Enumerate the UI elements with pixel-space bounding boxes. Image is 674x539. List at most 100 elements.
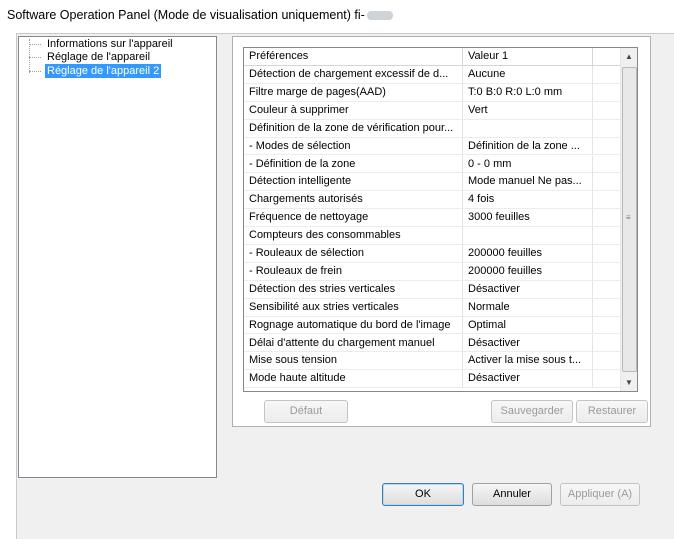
setting-name: - Rouleaux de frein <box>244 262 463 280</box>
setting-name: Rognage automatique du bord de l'image <box>244 316 463 334</box>
setting-extra <box>593 335 620 352</box>
scroll-thumb[interactable]: ≡ <box>622 67 637 372</box>
table-row[interactable]: Filtre marge de pages(AAD) T:0 B:0 R:0 L:… <box>244 83 620 102</box>
setting-value: Désactiver <box>463 334 593 352</box>
setting-value: Activer la mise sous t... <box>463 352 593 370</box>
setting-value: 200000 feuilles <box>463 262 593 280</box>
table-row[interactable]: Rognage automatique du bord de l'image Op… <box>244 316 620 335</box>
header-blank[interactable] <box>593 48 620 65</box>
setting-name: Sensibilité aux stries verticales <box>244 298 463 316</box>
setting-value: Définition de la zone ... <box>463 137 593 155</box>
tree-item-label: Réglage de l'appareil 2 <box>45 64 162 78</box>
setting-name: Délai d'attente du chargement manuel <box>244 334 463 352</box>
settings-panel: Préférences Valeur 1 Détection de charge… <box>232 36 651 427</box>
setting-extra <box>593 156 620 173</box>
setting-value: Normale <box>463 298 593 316</box>
redacted-model <box>366 11 393 21</box>
setting-extra <box>593 102 620 119</box>
apply-button[interactable]: Appliquer (A) <box>560 483 640 506</box>
table-row[interactable]: Compteurs des consommables <box>244 227 620 245</box>
tree-connector <box>29 71 41 72</box>
preferences-grid: Préférences Valeur 1 Détection de charge… <box>243 47 638 392</box>
table-row[interactable]: Mode haute altitude Désactiver <box>244 370 620 389</box>
setting-name: Détection des stries verticales <box>244 280 463 298</box>
setting-name: Mode haute altitude <box>244 370 463 388</box>
setting-extra <box>593 352 620 369</box>
setting-extra <box>593 370 620 387</box>
setting-name: Chargements autorisés <box>244 191 463 209</box>
setting-extra <box>593 209 620 226</box>
ok-button[interactable]: OK <box>382 483 464 506</box>
setting-name: Détection intelligente <box>244 173 463 191</box>
settings-tree: Informations sur l'appareil Réglage de l… <box>18 36 217 478</box>
setting-name: Mise sous tension <box>244 352 463 370</box>
setting-value: 200000 feuilles <box>463 245 593 262</box>
setting-value: Désactiver <box>463 280 593 298</box>
save-button[interactable]: Sauvegarder <box>491 400 573 423</box>
table-row[interactable]: Détection intelligente Mode manuel Ne pas… <box>244 173 620 192</box>
setting-value: Aucune <box>463 66 593 83</box>
cancel-button[interactable]: Annuler <box>472 483 552 506</box>
header-preferences[interactable]: Préférences <box>244 48 463 65</box>
tree-connector <box>29 44 41 45</box>
setting-name: - Rouleaux de sélection <box>244 245 463 262</box>
table-row[interactable]: Couleur à supprimer Vert <box>244 101 620 120</box>
table-row[interactable]: Détection de chargement excessif de d...… <box>244 66 620 84</box>
setting-extra <box>593 66 620 83</box>
setting-extra <box>593 263 620 280</box>
table-row[interactable]: - Rouleaux de frein 200000 feuilles <box>244 262 620 281</box>
setting-extra <box>593 84 620 101</box>
window-title: Software Operation Panel (Mode de visual… <box>7 8 393 22</box>
setting-name: Fréquence de nettoyage <box>244 209 463 227</box>
tree-item-label: Informations sur l'appareil <box>47 38 173 50</box>
setting-extra <box>593 281 620 298</box>
table-row[interactable]: - Rouleaux de sélection 200000 feuilles <box>244 245 620 263</box>
setting-extra <box>593 191 620 208</box>
setting-extra <box>593 245 620 262</box>
setting-name: - Modes de sélection <box>244 137 463 155</box>
setting-value: 3000 feuilles <box>463 209 593 227</box>
table-row[interactable]: Définition de la zone de vérification po… <box>244 119 620 138</box>
scroll-down-icon[interactable]: ▼ <box>621 374 637 391</box>
tree-item-label: Réglage de l'appareil <box>47 51 151 63</box>
grip-icon: ≡ <box>626 213 631 222</box>
tree-connector <box>29 57 41 58</box>
grid-scrollbar[interactable]: ▲ ≡ ▼ <box>620 48 637 391</box>
setting-value: 0 - 0 mm <box>463 155 593 173</box>
setting-value: Vert <box>463 101 593 119</box>
setting-extra <box>593 227 620 244</box>
setting-name: Compteurs des consommables <box>244 227 463 245</box>
setting-extra <box>593 173 620 190</box>
default-button[interactable]: Défaut <box>264 400 348 423</box>
title-bar: Software Operation Panel (Mode de visual… <box>0 0 674 30</box>
setting-value: T:0 B:0 R:0 L:0 mm <box>463 83 593 101</box>
setting-value: Désactiver <box>463 370 593 388</box>
scroll-up-icon[interactable]: ▲ <box>621 48 637 65</box>
table-row[interactable]: Chargements autorisés 4 fois <box>244 191 620 210</box>
table-row[interactable]: Sensibilité aux stries verticales Normale <box>244 298 620 317</box>
grid-header: Préférences Valeur 1 <box>244 48 620 66</box>
window-title-text: Software Operation Panel (Mode de visual… <box>7 8 365 22</box>
setting-extra <box>593 317 620 334</box>
setting-extra <box>593 138 620 155</box>
setting-extra <box>593 299 620 316</box>
setting-value: Mode manuel Ne pas... <box>463 173 593 191</box>
header-value-1[interactable]: Valeur 1 <box>463 48 593 65</box>
setting-value: Optimal <box>463 316 593 334</box>
table-row[interactable]: Fréquence de nettoyage 3000 feuilles <box>244 209 620 228</box>
setting-name: Détection de chargement excessif de d... <box>244 66 463 83</box>
setting-value <box>463 227 593 245</box>
restore-button[interactable]: Restaurer <box>576 400 648 423</box>
setting-name: Filtre marge de pages(AAD) <box>244 83 463 101</box>
table-row[interactable]: - Définition de la zone 0 - 0 mm <box>244 155 620 174</box>
setting-name: Définition de la zone de vérification po… <box>244 119 463 137</box>
table-row[interactable]: Mise sous tension Activer la mise sous t.… <box>244 352 620 371</box>
table-row[interactable]: Délai d'attente du chargement manuel Désa… <box>244 334 620 353</box>
table-row[interactable]: - Modes de sélection Définition de la zon… <box>244 137 620 156</box>
setting-name: Couleur à supprimer <box>244 101 463 119</box>
setting-name: - Définition de la zone <box>244 155 463 173</box>
setting-value <box>463 119 593 137</box>
setting-value: 4 fois <box>463 191 593 209</box>
setting-extra <box>593 120 620 137</box>
table-row[interactable]: Détection des stries verticales Désactive… <box>244 280 620 299</box>
